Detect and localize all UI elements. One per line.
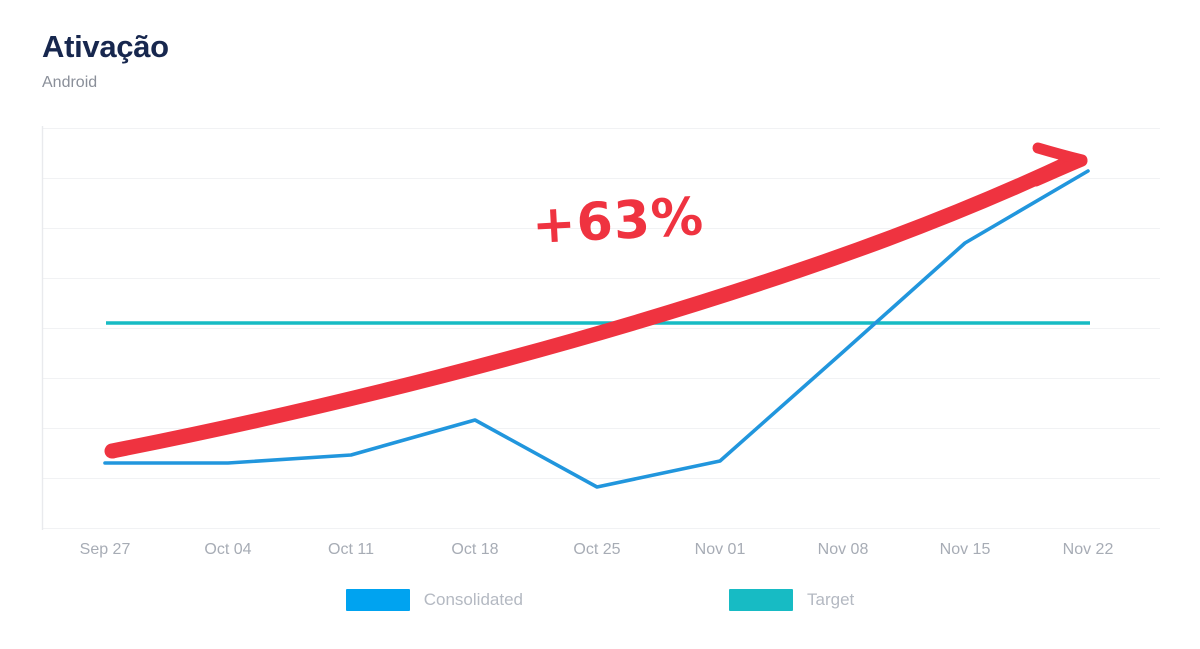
chart-page: Ativação Android +63% Sep 27 Oct 04 Oct …: [0, 0, 1200, 649]
legend-item-consolidated[interactable]: Consolidated: [345, 589, 523, 611]
x-tick-label: Nov 08: [817, 541, 869, 558]
legend-item-target[interactable]: Target: [729, 589, 854, 611]
page-subtitle: Android: [42, 74, 98, 91]
chart-header: Ativação Android: [42, 28, 169, 94]
x-tick-label: Nov 22: [1062, 541, 1114, 558]
legend-swatch-target: [729, 589, 793, 611]
chart-legend: Consolidated Target: [0, 589, 1200, 611]
x-tick-label: Sep 27: [79, 541, 131, 558]
x-tick-label: Oct 18: [451, 541, 499, 558]
series-line-consolidated: [103, 169, 1090, 489]
growth-arrow-annotation: [104, 142, 1088, 459]
legend-spacer: [523, 600, 729, 601]
x-tick-label: Nov 01: [694, 541, 746, 558]
legend-label-target: Target: [807, 590, 855, 609]
x-tick-label: Oct 25: [573, 541, 621, 558]
x-tick-label: Oct 11: [328, 541, 374, 558]
annotation-label: +63%: [531, 187, 706, 256]
legend-swatch-consolidated: [345, 589, 410, 611]
page-title: Ativação: [42, 29, 169, 64]
x-axis-labels: Sep 27 Oct 04 Oct 11 Oct 18 Oct 25 Nov 0…: [42, 540, 1160, 568]
legend-label-consolidated: Consolidated: [423, 590, 523, 609]
x-tick-label: Nov 15: [939, 541, 991, 558]
gridlines: [42, 128, 1160, 529]
annotation-label-group: +63%: [531, 187, 706, 256]
x-tick-label: Oct 04: [204, 541, 252, 558]
